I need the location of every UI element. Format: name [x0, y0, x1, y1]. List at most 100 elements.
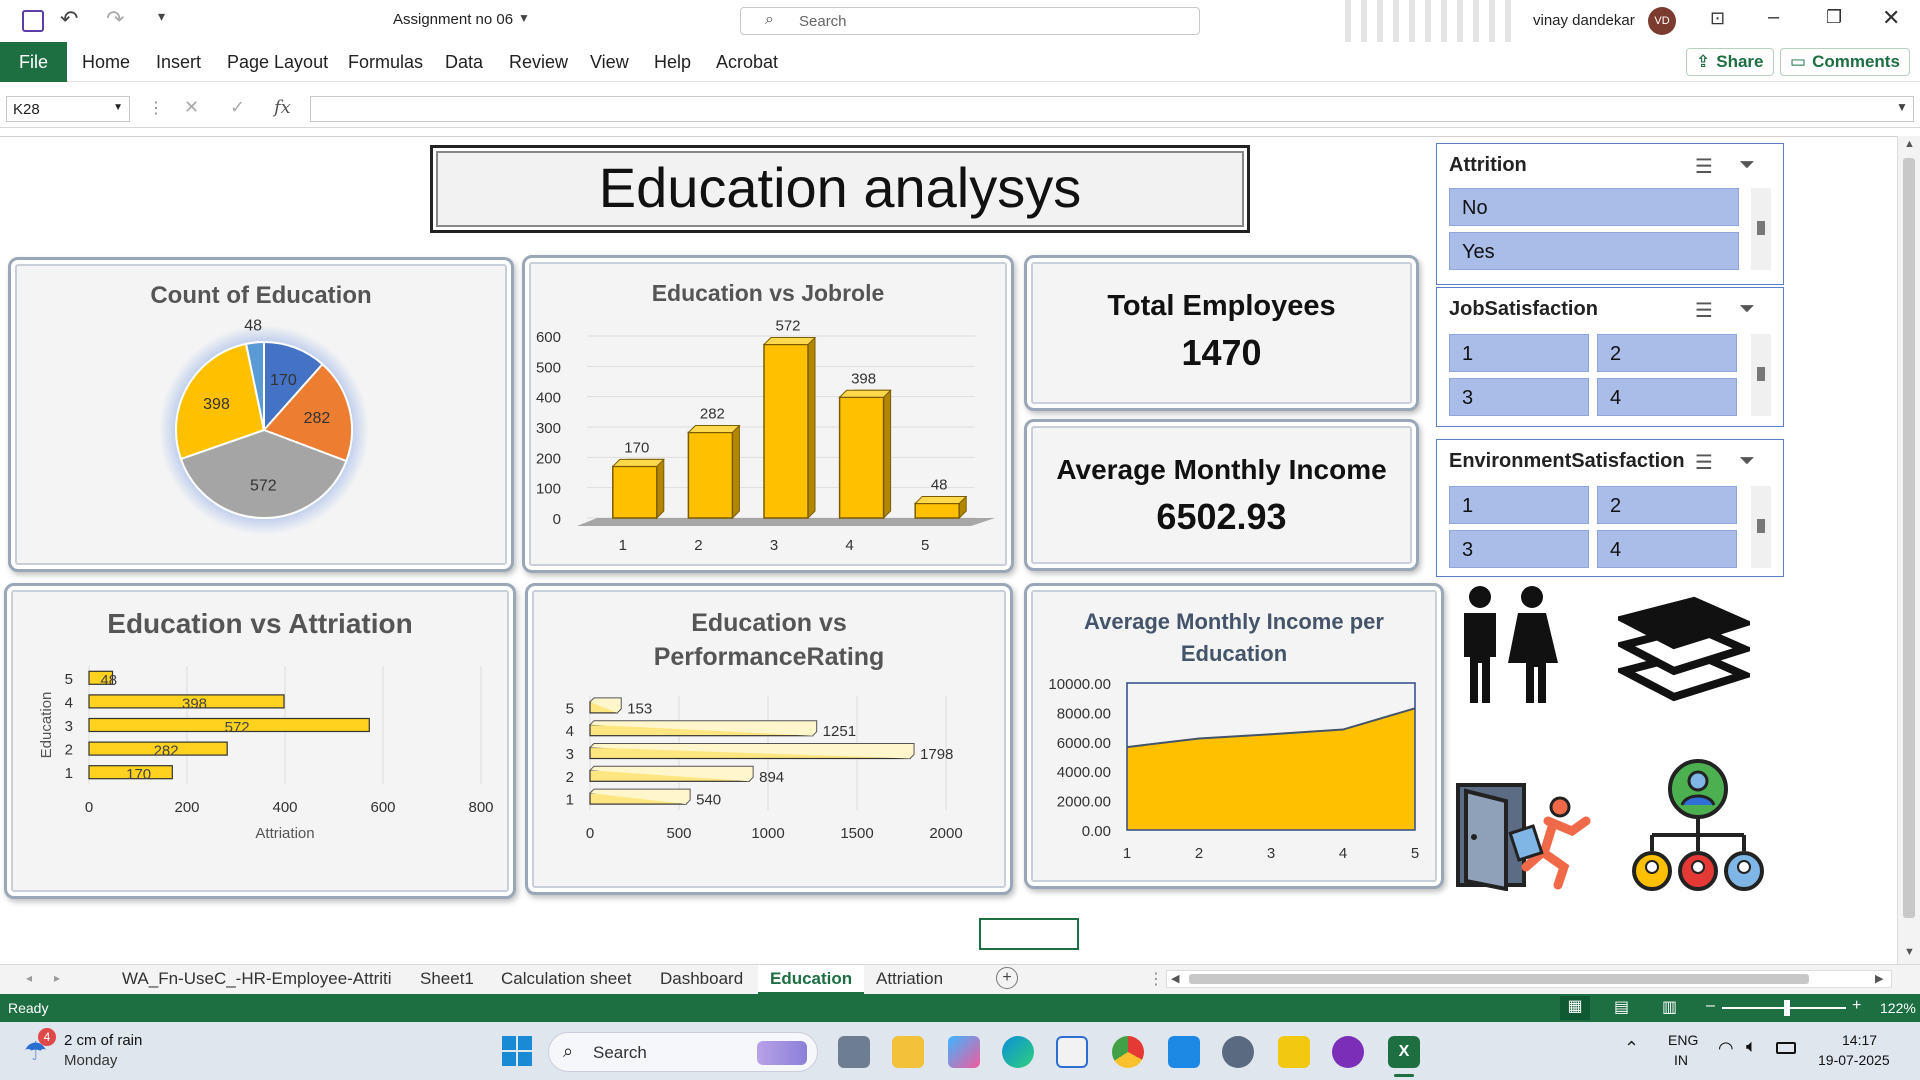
- file-name[interactable]: Assignment no 06: [393, 11, 513, 28]
- sheet-tab[interactable]: Calculation sheet: [501, 969, 631, 989]
- education-vs-performancerating-card[interactable]: Education vs PerformanceRating 0 500 1000 1…: [525, 583, 1013, 895]
- tab-home[interactable]: Home: [82, 52, 130, 73]
- multi-select-icon[interactable]: ☰: [1695, 154, 1713, 179]
- worksheet-area[interactable]: Education analysys Count of Education 17…: [0, 136, 1897, 964]
- language-eng[interactable]: ENG: [1668, 1032, 1698, 1048]
- sheet-tab[interactable]: Sheet1: [420, 969, 474, 989]
- copilot-icon[interactable]: [948, 1036, 980, 1068]
- slicer-item-no[interactable]: No: [1449, 188, 1739, 226]
- insert-function-icon[interactable]: fx: [274, 97, 291, 118]
- zoom-level[interactable]: 122%: [1880, 1000, 1916, 1016]
- slicer-item-4[interactable]: 4: [1597, 378, 1737, 416]
- tab-help[interactable]: Help: [654, 52, 691, 73]
- ribbon-display-icon[interactable]: ⊡: [1710, 8, 1725, 29]
- zoom-out-icon[interactable]: –: [1706, 997, 1715, 1015]
- redo-icon[interactable]: ↷: [106, 6, 124, 32]
- education-vs-jobrole-card[interactable]: Education vs Jobrole 0 100 200 300 400 500 600…: [522, 255, 1014, 573]
- scroll-down-icon[interactable]: ▼: [1904, 946, 1915, 958]
- zoom-in-icon[interactable]: +: [1852, 997, 1861, 1015]
- github-icon[interactable]: [1332, 1036, 1364, 1068]
- tab-review[interactable]: Review: [509, 52, 568, 73]
- avatar[interactable]: VD: [1648, 7, 1676, 35]
- tab-insert[interactable]: Insert: [156, 52, 201, 73]
- sheet-tab[interactable]: WA_Fn-UseC_-HR-Employee-Attriti: [122, 969, 392, 989]
- vertical-scroll-thumb[interactable]: [1903, 158, 1915, 918]
- page-break-view-icon[interactable]: ▥: [1662, 997, 1677, 1017]
- multi-select-icon[interactable]: ☰: [1695, 450, 1713, 475]
- task-view-icon[interactable]: [838, 1036, 870, 1068]
- weather-text[interactable]: 2 cm of rain: [64, 1032, 142, 1049]
- slicer-item-3[interactable]: 3: [1449, 378, 1589, 416]
- clear-filter-icon[interactable]: ⏷: [1739, 154, 1755, 177]
- tab-formulas[interactable]: Formulas: [348, 52, 423, 73]
- slicer-item-1[interactable]: 1: [1449, 334, 1589, 372]
- selected-cell[interactable]: [979, 918, 1079, 950]
- undo-icon[interactable]: ↶: [60, 6, 78, 32]
- slicer-scrollbar[interactable]: [1751, 334, 1771, 416]
- battery-icon[interactable]: [1776, 1042, 1796, 1054]
- sheet-tab-active[interactable]: Education: [758, 965, 865, 995]
- confirm-entry-icon[interactable]: ✓: [230, 97, 245, 118]
- scroll-left-icon[interactable]: ◀: [1171, 972, 1179, 985]
- tray-chevron-icon[interactable]: ⌃: [1624, 1038, 1639, 1059]
- tab-page-layout[interactable]: Page Layout: [227, 52, 328, 73]
- expand-formula-icon[interactable]: ▼: [1896, 100, 1908, 114]
- tab-data[interactable]: Data: [445, 52, 483, 73]
- jobsatisfaction-slicer[interactable]: JobSatisfaction ☰ ⏷ 1 2 3 4: [1436, 287, 1784, 427]
- share-button[interactable]: ⇪ Share: [1686, 48, 1774, 76]
- attrition-slicer[interactable]: Attrition ☰ ⏷ No Yes: [1436, 143, 1784, 285]
- add-sheet-icon[interactable]: +: [996, 967, 1018, 989]
- cancel-entry-icon[interactable]: ✕: [184, 97, 199, 118]
- restore-icon[interactable]: ❐: [1826, 7, 1842, 28]
- wifi-icon[interactable]: ◠: [1718, 1038, 1734, 1059]
- multi-select-icon[interactable]: ☰: [1695, 298, 1713, 323]
- vscode-icon[interactable]: [1168, 1036, 1200, 1068]
- scroll-right-icon[interactable]: ▶: [1875, 972, 1883, 985]
- education-vs-attriation-card[interactable]: Education vs Attriation 0 200 400 600 800 1 17…: [4, 583, 516, 899]
- slicer-item-2[interactable]: 2: [1597, 334, 1737, 372]
- file-explorer-icon[interactable]: [892, 1036, 924, 1068]
- page-layout-view-icon[interactable]: ▤: [1614, 997, 1629, 1017]
- slicer-item-3[interactable]: 3: [1449, 530, 1589, 568]
- chrome-icon[interactable]: [1112, 1036, 1144, 1068]
- environmentsatisfaction-slicer[interactable]: EnvironmentSatisfaction ☰ ⏷ 1 2 3 4: [1436, 439, 1784, 577]
- horizontal-scroll-thumb[interactable]: [1189, 974, 1809, 984]
- income-per-education-card[interactable]: Average Monthly Income per Education 0.0…: [1024, 583, 1444, 889]
- sheet-tab[interactable]: Dashboard: [660, 969, 743, 989]
- tab-prev-icon[interactable]: ◂: [26, 971, 32, 985]
- taskbar-search[interactable]: ⌕ Search: [548, 1032, 818, 1072]
- slicer-scrollbar[interactable]: [1751, 486, 1771, 568]
- close-icon[interactable]: ✕: [1882, 5, 1900, 31]
- slicer-item-4[interactable]: 4: [1597, 530, 1737, 568]
- store-icon[interactable]: [1056, 1036, 1088, 1068]
- count-of-education-card[interactable]: Count of Education 170 282 572 398 48: [8, 257, 514, 572]
- slicer-item-1[interactable]: 1: [1449, 486, 1589, 524]
- sheet-tab[interactable]: Attriation: [876, 969, 943, 989]
- slicer-item-2[interactable]: 2: [1597, 486, 1737, 524]
- minimize-icon[interactable]: –: [1768, 6, 1779, 29]
- formula-input[interactable]: [310, 96, 1914, 122]
- tab-view[interactable]: View: [590, 52, 629, 73]
- tab-acrobat[interactable]: Acrobat: [716, 52, 778, 73]
- customize-qat-icon[interactable]: ▾: [158, 8, 165, 25]
- comments-button[interactable]: ▭ Comments: [1780, 48, 1910, 76]
- volume-icon[interactable]: 🔈︎: [1746, 1036, 1757, 1057]
- edge-icon[interactable]: [1002, 1036, 1034, 1068]
- file-name-chevron-icon[interactable]: ▼: [518, 11, 530, 25]
- horizontal-scrollbar[interactable]: ◀ ▶: [1166, 970, 1892, 988]
- clear-filter-icon[interactable]: ⏷: [1739, 298, 1755, 321]
- slicer-item-yes[interactable]: Yes: [1449, 232, 1739, 270]
- power-bi-icon[interactable]: [1278, 1036, 1310, 1068]
- start-button[interactable]: [502, 1036, 532, 1066]
- excel-icon[interactable]: X: [1388, 1036, 1420, 1068]
- zoom-slider-thumb[interactable]: [1784, 1000, 1790, 1016]
- tab-next-icon[interactable]: ▸: [54, 971, 60, 985]
- tab-file[interactable]: File: [0, 42, 67, 82]
- name-box[interactable]: K28 ▼: [6, 96, 130, 122]
- slicer-scrollbar[interactable]: [1751, 188, 1771, 270]
- scroll-up-icon[interactable]: ▲: [1904, 138, 1915, 150]
- clock-time[interactable]: 14:17: [1842, 1032, 1877, 1048]
- settings-icon[interactable]: [1222, 1036, 1254, 1068]
- zoom-slider[interactable]: [1722, 1000, 1846, 1016]
- search-box[interactable]: ⌕ Search: [740, 7, 1200, 35]
